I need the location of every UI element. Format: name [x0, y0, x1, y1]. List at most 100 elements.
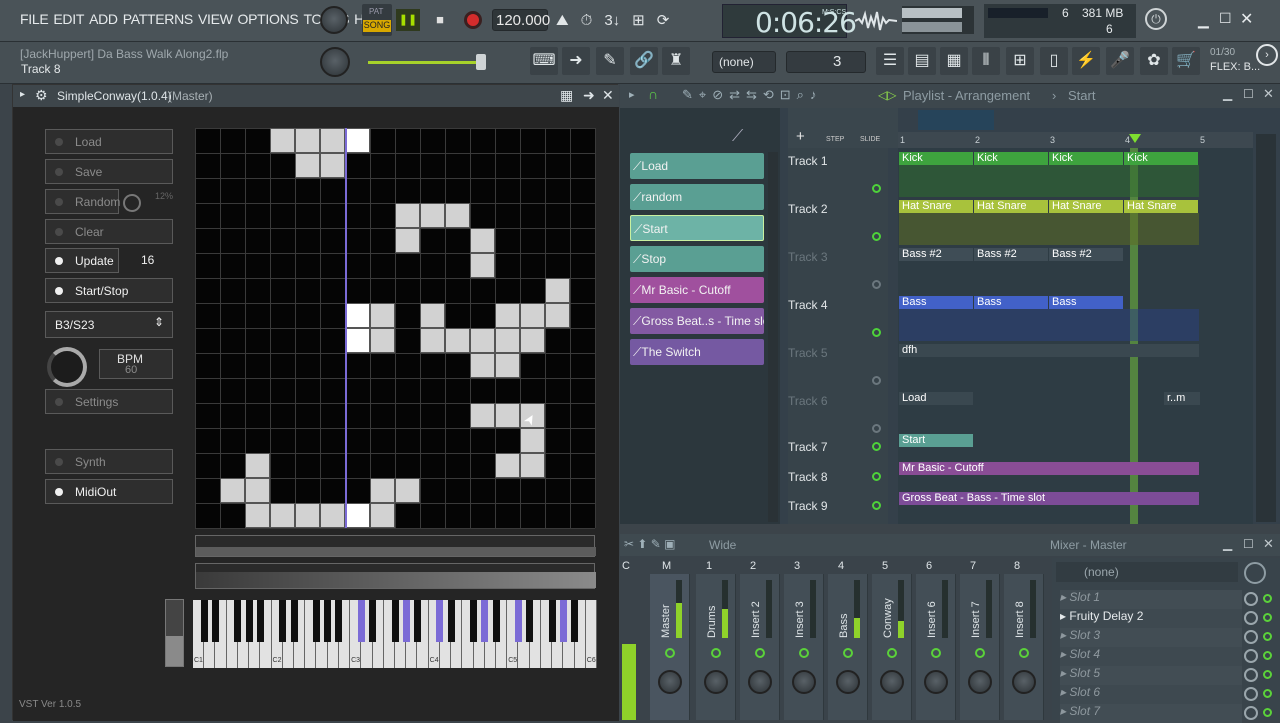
- slot-mix-knob[interactable]: [1244, 611, 1258, 625]
- random-density-knob[interactable]: [123, 194, 141, 212]
- life-grid[interactable]: ➤: [195, 128, 596, 529]
- close-icon[interactable]: ✕: [1263, 86, 1274, 102]
- record-button[interactable]: [464, 11, 482, 29]
- minimize-icon[interactable]: ▁: [1223, 537, 1232, 551]
- pan-knob[interactable]: [658, 670, 682, 694]
- live-cell[interactable]: [245, 503, 270, 528]
- brush-icon[interactable]: ✎: [596, 47, 624, 75]
- overview-scroller[interactable]: [918, 110, 994, 130]
- clip[interactable]: Start: [899, 434, 973, 447]
- clip[interactable]: Bass: [1049, 296, 1123, 309]
- effect-slot[interactable]: ▸ Slot 5: [1060, 666, 1242, 685]
- cart-icon[interactable]: 🛒: [1172, 47, 1200, 75]
- bpm-knob[interactable]: [47, 347, 87, 387]
- slot-expand-icon[interactable]: ▸: [1060, 609, 1069, 623]
- mixer-mode[interactable]: Wide: [709, 538, 736, 552]
- maximize-icon[interactable]: ☐: [1243, 537, 1254, 551]
- black-key[interactable]: [470, 600, 478, 642]
- settings-button[interactable]: Settings: [45, 389, 173, 414]
- slot-expand-icon[interactable]: ▸: [1060, 647, 1069, 661]
- stamp-icon[interactable]: ♜: [662, 47, 690, 75]
- track-mute-led[interactable]: [872, 328, 881, 337]
- live-cell[interactable]: [520, 428, 545, 453]
- track-name[interactable]: Track 6: [788, 394, 828, 408]
- slot-enable-led[interactable]: [1263, 708, 1272, 717]
- live-cell[interactable]: [420, 303, 445, 328]
- slot-expand-icon[interactable]: ▸: [1060, 666, 1069, 680]
- clip[interactable]: Mr Basic - Cutoff: [899, 462, 1199, 475]
- update-value[interactable]: 16: [141, 253, 154, 267]
- start-stop-button[interactable]: Start/Stop: [45, 278, 173, 303]
- strip-enable-led[interactable]: [665, 648, 675, 658]
- bpm-display[interactable]: BPM 60: [99, 349, 173, 379]
- close-icon[interactable]: ✕: [602, 87, 614, 104]
- plugin-icon[interactable]: ⚡: [1072, 47, 1100, 75]
- clip[interactable]: Kick: [899, 152, 973, 165]
- black-key[interactable]: [413, 600, 421, 642]
- live-cell[interactable]: [470, 353, 495, 378]
- route-select[interactable]: (none): [1056, 562, 1238, 582]
- slot-enable-led[interactable]: [1263, 613, 1272, 622]
- pan-knob[interactable]: [704, 670, 728, 694]
- track-mute-led[interactable]: [872, 184, 881, 193]
- effect-slot[interactable]: ▸ Fruity Delay 2: [1060, 609, 1242, 628]
- live-cell[interactable]: [520, 453, 545, 478]
- countdown-icon[interactable]: 3↓: [604, 12, 620, 29]
- slot-enable-led[interactable]: [1263, 651, 1272, 660]
- clip[interactable]: Load: [899, 392, 973, 405]
- black-key[interactable]: [234, 600, 242, 642]
- play-button[interactable]: ❚❚: [396, 9, 420, 31]
- save-button[interactable]: Save: [45, 159, 173, 184]
- clip[interactable]: Gross Beat - Bass - Time slot: [899, 492, 1199, 505]
- news-text[interactable]: FLEX: B...: [1210, 61, 1260, 73]
- slot-mix-knob[interactable]: [1244, 630, 1258, 644]
- mic-icon[interactable]: 🎤: [1106, 47, 1134, 75]
- live-cell[interactable]: [520, 328, 545, 353]
- menu-view[interactable]: VIEW: [198, 11, 233, 27]
- pan-knob[interactable]: [968, 670, 992, 694]
- live-cell[interactable]: [345, 328, 370, 353]
- live-cell[interactable]: [345, 128, 370, 153]
- slot-expand-icon[interactable]: ▸: [1060, 628, 1069, 642]
- news-next-icon[interactable]: ›: [1256, 44, 1278, 66]
- live-cell[interactable]: [295, 153, 320, 178]
- clip[interactable]: Kick: [1049, 152, 1123, 165]
- slot-mix-knob[interactable]: [1244, 592, 1258, 606]
- play-pattern-icon[interactable]: ◁▷: [878, 88, 896, 102]
- load-button[interactable]: Load: [45, 129, 173, 154]
- piano-keyboard[interactable]: C1 C2 C3 C4 C5 C6: [193, 600, 597, 668]
- track-name[interactable]: Track 4: [788, 298, 828, 312]
- live-cell[interactable]: [445, 203, 470, 228]
- pan-knob[interactable]: [836, 670, 860, 694]
- pan-knob[interactable]: [1012, 670, 1036, 694]
- track-mute-led[interactable]: [872, 376, 881, 385]
- song-time-display[interactable]: 0:06:26 M:S:CS: [722, 4, 857, 39]
- file-icon[interactable]: ▯: [1040, 47, 1068, 75]
- live-cell[interactable]: [370, 478, 395, 503]
- live-cell[interactable]: [495, 403, 520, 428]
- menu-patterns[interactable]: PATTERNS: [123, 11, 194, 27]
- black-key[interactable]: [571, 600, 579, 642]
- live-cell[interactable]: [395, 228, 420, 253]
- menu-file[interactable]: FILE: [20, 11, 49, 27]
- song-position-marker[interactable]: [1129, 134, 1141, 143]
- live-cell[interactable]: [320, 503, 345, 528]
- live-cell[interactable]: [420, 328, 445, 353]
- track-mute-led[interactable]: [872, 442, 881, 451]
- minimize-icon[interactable]: ▁: [1223, 87, 1232, 101]
- picker-item[interactable]: ⟋Load: [630, 153, 764, 179]
- strip-enable-led[interactable]: [1019, 648, 1029, 658]
- collapse-icon[interactable]: ▸: [629, 88, 635, 101]
- effect-slot[interactable]: ▸ Slot 4: [1060, 647, 1242, 666]
- black-key[interactable]: [559, 600, 567, 642]
- slot-mix-knob[interactable]: [1244, 649, 1258, 663]
- black-key[interactable]: [290, 600, 298, 642]
- live-cell[interactable]: [295, 128, 320, 153]
- tool-icons[interactable]: ✎⌖⊘⇄⇆⟲⊡⌕♪: [682, 87, 822, 103]
- mixer-tool-icons[interactable]: ✂ ⬆ ✎ ▣: [624, 537, 676, 551]
- track-name[interactable]: Track 3: [788, 250, 828, 264]
- timer-icon[interactable]: [1244, 562, 1266, 584]
- live-cell[interactable]: [495, 453, 520, 478]
- live-cell[interactable]: [245, 453, 270, 478]
- strip-enable-led[interactable]: [887, 648, 897, 658]
